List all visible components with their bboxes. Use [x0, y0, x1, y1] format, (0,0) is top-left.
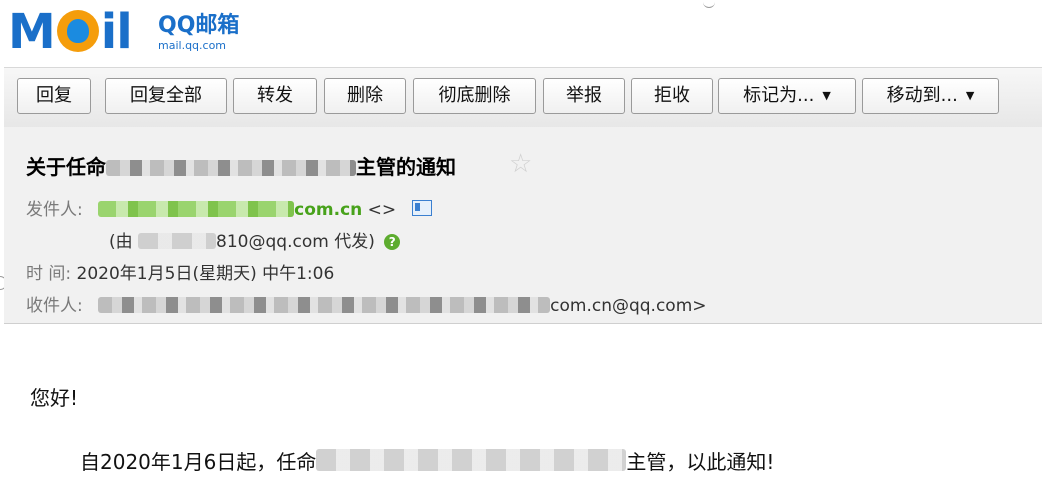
help-icon[interactable]: ?	[384, 234, 401, 250]
time-value: 2020年1月5日(星期天) 中午1:06	[76, 264, 335, 284]
delete-button[interactable]: 删除	[324, 78, 406, 114]
contact-card-icon[interactable]	[411, 200, 432, 216]
qq-mail-logo[interactable]: Mil QQ邮箱 mail.qq.com	[8, 6, 408, 62]
sender-brackets: <>	[367, 200, 397, 220]
subject-suffix: 主管的通知	[356, 155, 456, 179]
star-icon[interactable]: ☆	[509, 149, 532, 179]
proxy-row: (由 810@qq.com 代发) ?	[109, 227, 401, 252]
notice-prefix: 自2020年1月6日起，任命	[80, 450, 317, 474]
logo-cn-name: QQ邮箱	[158, 13, 240, 38]
report-button[interactable]: 举报	[543, 78, 625, 114]
penguin-logo-icon	[56, 10, 99, 52]
proxy-prefix: (由	[109, 232, 133, 252]
sender-label: 发件人:	[26, 200, 83, 220]
reply-button[interactable]: 回复	[17, 78, 91, 114]
recipient-row: 收件人: com.cn@qq.com>	[26, 291, 707, 316]
move-to-dropdown[interactable]: 移动到... ▼	[862, 78, 999, 114]
decorative-arc	[703, 0, 715, 8]
mail-toolbar: 回复 回复全部 转发 删除 彻底删除 举报 拒收 标记为... ▼ 移动到... ▼	[4, 67, 1042, 128]
greeting-text: 您好!	[30, 386, 79, 410]
recipient-label: 收件人:	[26, 296, 83, 316]
email-header: 关于任命 主管的通知 ☆ 发件人: com.cn <> (由 810@qq.com…	[4, 127, 1042, 324]
redacted-proxy	[138, 233, 217, 249]
logo-domain: mail.qq.com	[158, 39, 227, 52]
reply-all-button[interactable]: 回复全部	[105, 78, 227, 114]
recipient-suffix: com.cn@qq.com>	[550, 296, 707, 316]
permanent-delete-button[interactable]: 彻底删除	[413, 78, 536, 114]
time-row: 时 间: 2020年1月5日(星期天) 中午1:06	[26, 259, 334, 284]
time-label: 时 间:	[26, 264, 72, 284]
notice-line: 自2020年1月6日起，任命 主管，以此通知!	[80, 446, 774, 475]
mark-as-dropdown[interactable]: 标记为... ▼	[718, 78, 856, 114]
notice-suffix: 主管，以此通知!	[626, 450, 775, 474]
redacted-recipient	[98, 297, 551, 313]
mail-logo-mark: Mil	[8, 4, 133, 60]
sender-row: 发件人: com.cn <>	[26, 195, 432, 220]
chevron-down-icon: ▼	[822, 89, 831, 102]
chevron-down-icon: ▼	[965, 89, 975, 102]
redacted-notice	[316, 449, 627, 471]
reject-button[interactable]: 拒收	[631, 78, 713, 114]
email-subject: 关于任命 主管的通知	[26, 151, 456, 180]
logo-text: QQ邮箱 mail.qq.com	[158, 13, 240, 53]
redacted-sender	[98, 201, 295, 217]
forward-button[interactable]: 转发	[233, 78, 317, 114]
redacted-subject	[106, 160, 356, 176]
subject-prefix: 关于任命	[26, 155, 106, 179]
sender-domain[interactable]: com.cn	[294, 200, 362, 220]
proxy-suffix: 810@qq.com 代发)	[216, 232, 375, 252]
